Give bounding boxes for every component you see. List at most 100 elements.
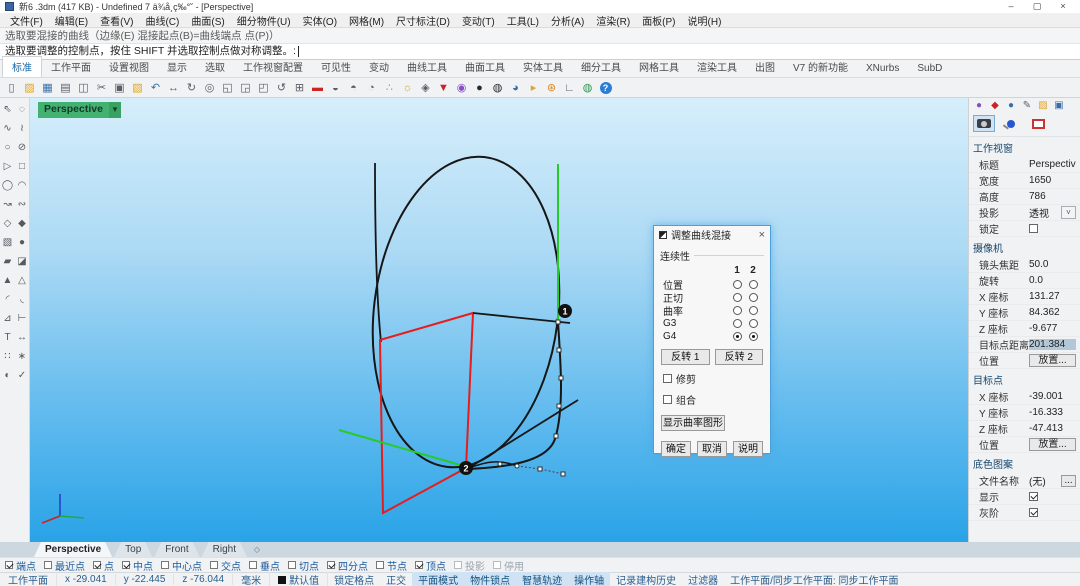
projection-dropdown-icon[interactable]: ˅ [1061,206,1076,219]
surface-icon[interactable]: ◇ [1,216,15,231]
black-line-left[interactable] [375,163,381,342]
osnap-vertex[interactable]: 顶点 [415,558,446,573]
radio-button-1[interactable] [733,280,742,289]
curve-edit-icon[interactable]: ≀ [15,121,29,136]
copy-icon[interactable]: ▣ [111,79,128,96]
toolbar-group-tab[interactable]: XNurbs [857,61,908,77]
points-on-icon[interactable]: ∴ [381,79,398,96]
chamfer-icon[interactable]: ◟ [15,292,29,307]
layers-panel-icon[interactable]: ◆ [989,100,1001,112]
chevron-down-icon[interactable]: ▼ [109,102,121,118]
text-icon[interactable]: T [1,330,15,345]
trim-icon[interactable]: ⊿ [1,311,15,326]
earth-icon[interactable]: ◍ [579,79,596,96]
gear-icon[interactable]: ⊛ [543,79,560,96]
zoom-dynamic-icon[interactable]: ◲ [237,79,254,96]
lock2-icon[interactable]: ◈ [417,79,434,96]
toggle-osnap[interactable]: 物件锁点 [464,572,516,586]
osnap-project[interactable]: 投影 [454,558,485,573]
lasso-select-icon[interactable]: ◌ [15,102,29,117]
toggle-grid-snap[interactable]: 锁定格点 [328,572,380,586]
radio-button-1[interactable] [733,293,742,302]
lamp-icon[interactable]: ☼ [399,79,416,96]
dimension-icon[interactable]: ↔ [15,330,29,345]
toolbar-group-tab[interactable]: 实体工具 [514,57,572,77]
hide-object-icon[interactable]: ◒ [327,79,344,96]
grayscale-checkbox[interactable] [1029,508,1038,517]
toolbar-group-tab[interactable]: 可见性 [312,57,360,77]
toolbar-group-tab[interactable]: 显示 [158,57,196,77]
paste-icon[interactable]: ▧ [129,79,146,96]
menu-item[interactable]: 曲线(C) [139,13,185,28]
render-panel-icon[interactable]: ▣ [1053,100,1065,112]
notes-panel-icon[interactable]: ✎ [1021,100,1033,112]
menu-item[interactable]: 曲面(S) [185,13,230,28]
extrude-icon[interactable]: ▰ [1,254,15,269]
restore-button[interactable]: ▢ [1031,1,1043,12]
toggle-filter[interactable]: 过滤器 [682,572,724,586]
wallpaper-filename-value[interactable]: (无) [1029,473,1061,488]
camera-place-button[interactable]: 放置... [1029,354,1076,367]
dialog-title-bar[interactable]: 调整曲线混接 × [654,226,770,243]
toolbar-group-tab[interactable]: SubD [908,61,951,77]
toolbar-group-tab[interactable]: 变动 [360,57,398,77]
named-view-icon[interactable]: ▬ [309,79,326,96]
sphere-icon[interactable]: ● [15,235,29,250]
library-panel-icon[interactable]: ▨ [1037,100,1049,112]
viewport-properties-button[interactable] [1027,115,1049,132]
reverse-1-button[interactable]: 反转 1 [661,349,710,365]
toggle-ortho[interactable]: 正交 [380,572,412,586]
arc-icon[interactable]: ◠ [15,178,29,193]
tab-perspective[interactable]: Perspective [34,542,112,557]
menu-item[interactable]: 实体(O) [297,13,343,28]
toolbar-group-tab[interactable]: 渲染工具 [688,57,746,77]
radio-button-2[interactable] [749,306,758,315]
radio-button-2[interactable] [749,293,758,302]
toolbar-group-tab[interactable]: 选取 [196,57,234,77]
units-label[interactable]: 毫米 [233,572,270,586]
tab-top[interactable]: Top [114,542,152,557]
toolbar-group-tab[interactable]: V7 的新功能 [784,57,857,77]
osnap-intersection[interactable]: 交点 [210,558,241,573]
black-line-top[interactable] [473,313,570,323]
show-curvature-graph-button[interactable]: 显示曲率图形 [661,415,725,431]
toolbar-group-tab[interactable]: 网格工具 [630,57,688,77]
toggle-cplane-sync[interactable]: 工作平面/同步工作平面: 同步工作平面 [724,572,904,586]
save-file-icon[interactable]: ▦ [39,79,56,96]
perspective-viewport[interactable]: 1 2 Perspective ▼ 调整曲线混接 × [30,98,968,542]
toggle-planar[interactable]: 平面模式 [412,572,464,586]
green-line-diagonal[interactable] [339,430,467,467]
circle-diameter-icon[interactable]: ⊘ [15,140,29,155]
radio-button-1[interactable] [733,332,742,341]
toolbar-group-tab[interactable]: 工作视窗配置 [234,57,312,77]
projection-value[interactable]: 透视 [1029,205,1061,220]
shade-sphere-icon[interactable]: ● [471,79,488,96]
menu-item[interactable]: 细分物件(U) [231,13,297,28]
new-file-icon[interactable]: ▯ [3,79,20,96]
close-button[interactable]: × [1057,1,1069,12]
help-icon[interactable]: ? [597,79,614,96]
box-icon[interactable]: ▧ [1,235,15,250]
target-properties-button[interactable] [1000,115,1022,132]
toggle-gumball[interactable]: 操作轴 [568,572,610,586]
locked-checkbox[interactable] [1029,224,1038,233]
osnap-near[interactable]: 最近点 [44,558,85,573]
select-cursor-icon[interactable]: ⇖ [1,102,15,117]
toggle-history[interactable]: 记录建构历史 [610,572,682,586]
radio-button-2[interactable] [749,319,758,328]
radio-button-1[interactable] [733,319,742,328]
toolbar-group-tab[interactable]: 曲线工具 [398,57,456,77]
radio-button-2[interactable] [749,332,758,341]
menu-item[interactable]: 变动(T) [456,13,501,28]
lock-object-icon[interactable]: ◓ [345,79,362,96]
flag-icon[interactable]: ▸ [525,79,542,96]
menu-item[interactable]: 面板(P) [636,13,681,28]
new-viewport-tab-icon[interactable]: ◇ [249,542,265,557]
show-checkbox[interactable] [1029,492,1038,501]
open-file-icon[interactable]: ▨ [21,79,38,96]
osnap-perpendicular[interactable]: 垂点 [249,558,280,573]
viewport-title-menu[interactable]: Perspective ▼ [38,102,121,118]
minimize-button[interactable]: – [1005,1,1017,12]
extend-icon[interactable]: ⊢ [15,311,29,326]
boolean-difference-icon[interactable]: △ [15,273,29,288]
